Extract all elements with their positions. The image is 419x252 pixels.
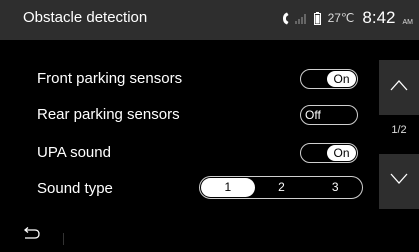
obstacle-detection-screen: Obstacle detection 27℃ 8:42 AM Front par… — [0, 0, 419, 252]
front-parking-sensors-label: Front parking sensors — [37, 70, 183, 87]
back-button[interactable] — [20, 227, 48, 247]
clock-ampm: AM — [402, 18, 414, 26]
chevron-down-icon — [390, 173, 408, 184]
toggle-state-label: Off — [305, 108, 321, 122]
toggle-state-label: On — [327, 71, 356, 87]
sound-type-option-3[interactable]: 3 — [308, 177, 362, 198]
sound-type-label: Sound type — [37, 180, 113, 197]
upa-sound-label: UPA sound — [37, 144, 111, 161]
clock-time: 8:42 — [362, 8, 396, 27]
sound-type-option-2[interactable]: 2 — [255, 177, 309, 198]
sound-type-option-1[interactable]: 1 — [201, 178, 255, 197]
battery-icon — [313, 11, 321, 25]
sound-type-selector: 1 2 3 — [199, 176, 363, 199]
phone-icon — [282, 12, 289, 25]
page-title: Obstacle detection — [23, 9, 148, 26]
chevron-up-icon — [390, 80, 408, 91]
header-bar: Obstacle detection 27℃ 8:42 AM — [0, 0, 419, 40]
page-indicator: 1/2 — [391, 124, 407, 136]
rear-parking-sensors-label: Rear parking sensors — [37, 106, 180, 123]
footer-divider — [63, 233, 64, 245]
status-area: 27℃ 8:42 AM — [282, 7, 413, 29]
rear-parking-sensors-toggle[interactable]: Off — [300, 105, 358, 125]
scroll-up-button[interactable] — [379, 60, 419, 115]
temperature-readout: 27℃ — [327, 11, 355, 25]
scroll-controls: 1/2 — [379, 60, 419, 209]
signal-icon — [294, 13, 308, 24]
scroll-down-button[interactable] — [379, 154, 419, 209]
front-parking-sensors-toggle[interactable]: On — [300, 69, 358, 89]
upa-sound-toggle[interactable]: On — [300, 143, 358, 163]
back-arrow-icon — [23, 227, 40, 239]
toggle-state-label: On — [327, 145, 356, 161]
